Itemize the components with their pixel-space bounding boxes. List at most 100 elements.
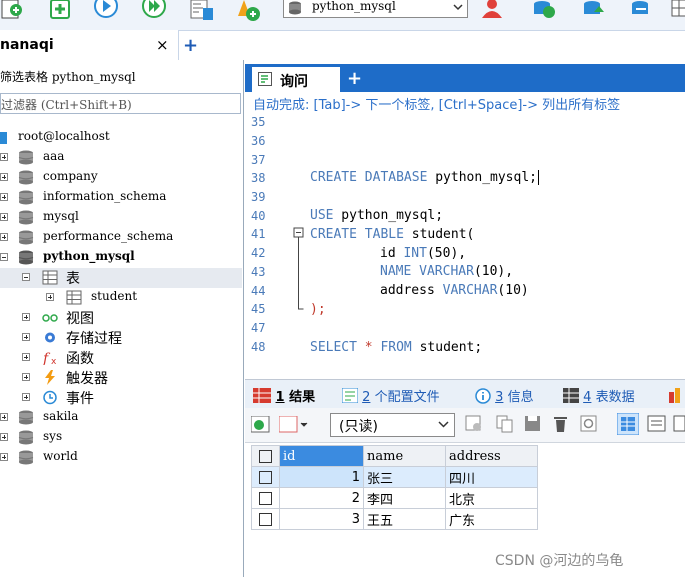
form-view-icon[interactable] — [647, 414, 667, 434]
save-icon[interactable] — [524, 414, 542, 434]
table-row[interactable]: 2 李四 北京 — [251, 487, 538, 509]
row-checkbox[interactable] — [251, 466, 280, 488]
lightning-icon — [45, 370, 55, 385]
grid-view-icon[interactable] — [617, 413, 639, 435]
user-manager-icon[interactable] — [480, 0, 504, 22]
format-icon[interactable] — [190, 0, 214, 22]
schema-designer-icon[interactable] — [236, 0, 260, 22]
sql-editor[interactable] — [245, 114, 685, 376]
tree-procedures-label: 存储过程 — [66, 331, 122, 347]
backup-icon[interactable] — [532, 0, 556, 22]
database-selector-value: python_mysql — [312, 0, 396, 13]
expand-icon[interactable] — [0, 193, 8, 201]
tree-tables-node[interactable]: 表 — [0, 268, 242, 288]
grid-view-icon[interactable] — [668, 0, 685, 22]
cell-name[interactable]: 李四 — [363, 487, 446, 509]
tree-db-sakila[interactable]: sakila — [0, 408, 240, 428]
tab-table-data[interactable]: 4 表数据 — [563, 386, 635, 405]
table-row[interactable]: 3 王五 广东 — [251, 508, 538, 530]
table-row[interactable]: 1 张三 四川 — [251, 466, 538, 488]
column-header-name[interactable]: name — [363, 445, 446, 467]
cell-name[interactable]: 张三 — [363, 466, 446, 488]
sync-icon[interactable] — [630, 0, 654, 22]
expand-icon[interactable] — [46, 293, 54, 301]
expand-icon[interactable] — [0, 213, 8, 221]
close-icon[interactable]: × — [156, 36, 169, 54]
column-header-address[interactable]: address — [445, 445, 538, 467]
expand-icon[interactable] — [0, 453, 8, 461]
tab-messages[interactable]: 3 信息 — [475, 386, 534, 405]
tree-db-python-mysql[interactable]: python_mysql — [0, 248, 240, 268]
tree-table-student[interactable]: student — [0, 288, 240, 308]
fold-marker[interactable] — [293, 227, 305, 317]
line-number: 39 — [251, 190, 266, 204]
add-row-icon[interactable] — [251, 416, 271, 434]
add-connection-tab-button[interactable]: + — [183, 35, 198, 56]
export-dropdown-icon[interactable] — [279, 416, 309, 434]
tab-profile-label: 个配置文件 — [374, 390, 440, 405]
tree-views-node[interactable]: 视图 — [0, 308, 240, 328]
execute-icon[interactable] — [94, 0, 118, 22]
server-icon — [0, 132, 7, 144]
expand-icon[interactable] — [22, 393, 30, 401]
select-all-checkbox[interactable] — [251, 445, 280, 467]
more-tabs-icon[interactable] — [669, 388, 685, 403]
collapse-icon[interactable] — [0, 253, 8, 261]
tab-query[interactable]: 询问 — [251, 66, 341, 92]
filter-rows-icon[interactable] — [465, 414, 483, 434]
collapse-icon[interactable] — [22, 273, 30, 281]
expand-icon[interactable] — [0, 173, 8, 181]
cell-address[interactable]: 北京 — [445, 487, 538, 509]
tab-results[interactable]: 1 结果 — [253, 386, 315, 405]
expand-icon[interactable] — [0, 413, 8, 421]
tree-db-mysql[interactable]: mysql — [0, 208, 240, 228]
delete-icon[interactable] — [552, 414, 570, 434]
row-checkbox[interactable] — [251, 508, 280, 530]
row-checkbox[interactable] — [251, 487, 280, 509]
code-line-40: USE python_mysql; — [310, 208, 443, 223]
tree-triggers-node[interactable]: 触发器 — [0, 368, 240, 388]
checkbox-icon — [259, 449, 272, 463]
execute-all-icon[interactable] — [142, 0, 166, 22]
database-selector[interactable]: python_mysql — [283, 0, 468, 18]
new-query-icon[interactable] — [0, 0, 24, 22]
tree-db-aaa[interactable]: aaa — [0, 148, 240, 168]
copy-row-icon[interactable] — [496, 414, 514, 434]
refresh-icon[interactable] — [580, 414, 598, 434]
result-mode-select[interactable]: (只读) — [330, 413, 455, 437]
tree-db-information-schema[interactable]: information_schema — [0, 188, 240, 208]
add-icon[interactable] — [50, 0, 74, 22]
tab-profile[interactable]: 2 个配置文件 — [341, 386, 440, 405]
expand-icon[interactable] — [22, 353, 30, 361]
cell-id[interactable]: 3 — [279, 508, 364, 530]
cell-address[interactable]: 四川 — [445, 466, 538, 488]
tree-db-performance-schema[interactable]: performance_schema — [0, 228, 240, 248]
code-line-44: address VARCHAR(10) — [380, 283, 529, 298]
cell-name[interactable]: 王五 — [363, 508, 446, 530]
filter-input[interactable]: 过滤器 (Ctrl+Shift+B) — [0, 93, 241, 114]
expand-icon[interactable] — [0, 433, 8, 441]
autocomplete-hint: 自动完成: [Tab]-> 下一个标签, [Ctrl+Space]-> 列出所有… — [253, 98, 621, 113]
sql-keyword: CREATE DATABASE — [310, 170, 428, 185]
tree-functions-node[interactable]: fx 函数 — [0, 348, 240, 368]
connection-tab[interactable]: nanaqi × — [0, 30, 179, 60]
column-header-id[interactable]: id — [279, 445, 364, 467]
expand-icon[interactable] — [0, 233, 8, 241]
cell-id[interactable]: 2 — [279, 487, 364, 509]
expand-icon[interactable] — [22, 373, 30, 381]
add-query-tab-button[interactable]: + — [347, 68, 362, 89]
tree-db-company[interactable]: company — [0, 168, 240, 188]
tree-connection[interactable]: root@localhost — [0, 128, 240, 148]
expand-icon[interactable] — [22, 313, 30, 321]
code-line-45: ); — [310, 302, 326, 317]
expand-icon[interactable] — [0, 153, 8, 161]
text-view-icon[interactable] — [673, 414, 685, 434]
restore-icon[interactable] — [582, 0, 606, 22]
tree-events-node[interactable]: 事件 — [0, 388, 240, 408]
tree-db-world[interactable]: world — [0, 448, 240, 468]
cell-id[interactable]: 1 — [279, 466, 364, 488]
tree-db-sys[interactable]: sys — [0, 428, 240, 448]
cell-address[interactable]: 广东 — [445, 508, 538, 530]
expand-icon[interactable] — [22, 333, 30, 341]
tree-procedures-node[interactable]: 存储过程 — [0, 328, 240, 348]
